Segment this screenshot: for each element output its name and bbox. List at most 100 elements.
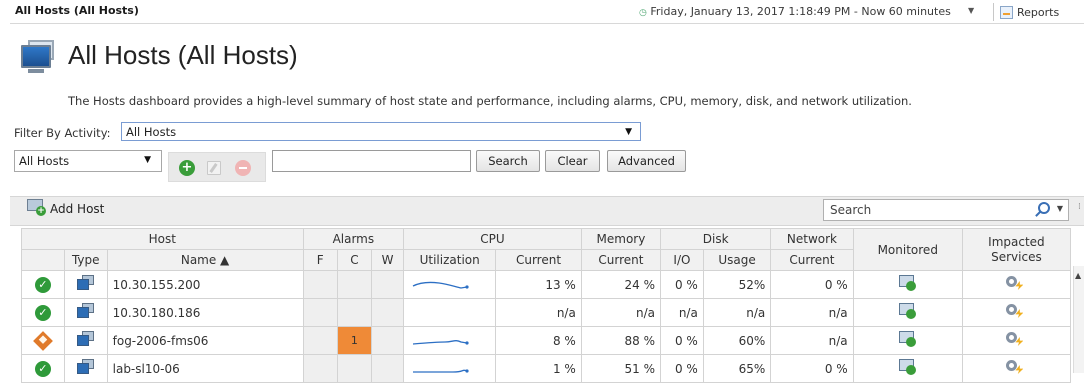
host-name[interactable]: fog-2006-fms06: [106, 326, 304, 355]
toolbar-divider: [993, 3, 994, 21]
impacted-services-cell[interactable]: [961, 270, 1072, 299]
alarm-fatal-cell[interactable]: [302, 298, 338, 327]
chevron-down-icon: ▼: [144, 155, 151, 165]
col-alarms-warning[interactable]: W: [371, 249, 405, 271]
alarm-warning-cell[interactable]: [371, 326, 405, 355]
cpu-utilization-cell[interactable]: [403, 354, 497, 383]
col-status[interactable]: [21, 249, 65, 271]
scroll-up-icon[interactable]: ▲: [1075, 271, 1081, 280]
status-ok-icon: ✓: [34, 304, 51, 321]
page-label: All Hosts (All Hosts): [15, 4, 139, 17]
report-icon: [1000, 5, 1013, 19]
disk-usage-cell: 65%: [702, 354, 772, 383]
cpu-utilization-cell[interactable]: [403, 270, 497, 299]
impacted-services-cell[interactable]: [961, 354, 1072, 383]
cpu-utilization-cell[interactable]: [403, 298, 497, 327]
chevron-down-icon[interactable]: ▼: [968, 6, 974, 15]
add-host-button[interactable]: Add Host: [50, 202, 104, 216]
col-type[interactable]: Type: [63, 249, 108, 271]
col-disk-usage[interactable]: Usage: [702, 249, 772, 271]
host-name[interactable]: 10.30.155.200: [106, 270, 304, 299]
table-scrollbar[interactable]: [1073, 266, 1084, 373]
alarm-critical-cell[interactable]: [336, 270, 373, 299]
clear-button[interactable]: Clear: [545, 150, 600, 172]
search-button[interactable]: Search: [476, 150, 540, 172]
type-cell: [63, 298, 108, 327]
status-ok-icon: ✓: [34, 276, 51, 293]
col-alarms-critical[interactable]: C: [336, 249, 373, 271]
network-current-cell: 0 %: [770, 270, 854, 299]
reports-menu[interactable]: Reports: [1000, 3, 1059, 21]
table-row[interactable]: fog-2006-fms06 1 8 % 88 % 0 % 60% n/a: [21, 326, 1072, 355]
scope-select[interactable]: All Hosts ▼: [14, 150, 162, 172]
cpu-sparkline: [413, 368, 469, 373]
col-memory-current[interactable]: Current: [580, 249, 662, 271]
alarm-critical-cell[interactable]: [336, 354, 373, 383]
network-current-cell: n/a: [770, 298, 854, 327]
impacted-services-icon[interactable]: [1006, 276, 1026, 290]
col-cpu-utilization[interactable]: Utilization: [403, 249, 497, 271]
disk-io-cell: 0 %: [660, 270, 704, 299]
monitored-cell[interactable]: [852, 354, 963, 383]
impacted-services-cell[interactable]: [961, 298, 1072, 327]
disk-io-cell: 0 %: [660, 326, 704, 355]
col-network-current[interactable]: Current: [770, 249, 854, 271]
alarm-fatal-cell[interactable]: [302, 354, 338, 383]
impacted-services-icon[interactable]: [1006, 304, 1026, 318]
cpu-utilization-cell[interactable]: [403, 326, 497, 355]
col-cpu-current[interactable]: Current: [495, 249, 582, 271]
status-cell: [21, 326, 65, 355]
col-monitored[interactable]: Monitored: [852, 228, 963, 271]
type-cell: [63, 270, 108, 299]
status-ok-icon: ✓: [34, 360, 51, 377]
col-disk-io[interactable]: I/O: [660, 249, 704, 271]
impacted-services-icon[interactable]: [1006, 360, 1026, 374]
network-current-cell: 0 %: [770, 354, 854, 383]
add-icon[interactable]: +: [179, 160, 195, 176]
table-row[interactable]: ✓ lab-sl10-06 1 % 51 % 0 % 65% 0 %: [21, 354, 1072, 383]
chevron-down-icon[interactable]: ▼: [1057, 204, 1063, 213]
clock-icon: ◷: [639, 8, 647, 18]
alarm-warning-cell[interactable]: [371, 354, 405, 383]
filter-activity-select[interactable]: All Hosts ▼: [121, 122, 641, 141]
alarm-critical-cell[interactable]: [336, 298, 373, 327]
col-impacted-services[interactable]: Impacted Services: [961, 228, 1072, 271]
monitored-icon[interactable]: [898, 275, 917, 291]
host-type-icon: [76, 275, 95, 291]
alarm-critical-cell[interactable]: 1: [336, 326, 373, 355]
host-name[interactable]: lab-sl10-06: [106, 354, 304, 383]
cpu-current-cell: 13 %: [495, 270, 582, 299]
alarm-warning-cell[interactable]: [371, 270, 405, 299]
grid-search-input[interactable]: Search ▼: [823, 199, 1069, 221]
alarm-warning-cell[interactable]: [371, 298, 405, 327]
table-row[interactable]: ✓ 10.30.180.186 n/a n/a n/a n/a n/a: [21, 298, 1072, 327]
monitored-icon[interactable]: [898, 331, 917, 347]
monitored-icon[interactable]: [898, 303, 917, 319]
cpu-sparkline: [413, 339, 469, 345]
col-alarms-fatal[interactable]: F: [302, 249, 338, 271]
delete-icon[interactable]: [235, 160, 251, 176]
col-name[interactable]: Name ▲: [106, 249, 304, 271]
disk-usage-cell: 52%: [702, 270, 772, 299]
alarm-fatal-cell[interactable]: [302, 326, 338, 355]
search-input[interactable]: [272, 150, 471, 172]
monitored-cell[interactable]: [852, 298, 963, 327]
host-type-icon: [76, 303, 95, 319]
table-row[interactable]: ✓ 10.30.155.200 13 % 24 % 0 % 52% 0 %: [21, 270, 1072, 299]
time-range-selector[interactable]: ◷ Friday, January 13, 2017 1:18:49 PM - …: [639, 5, 951, 18]
impacted-services-cell[interactable]: [961, 326, 1072, 355]
page-description: The Hosts dashboard provides a high-leve…: [68, 94, 912, 108]
monitored-cell[interactable]: [852, 270, 963, 299]
page-title: All Hosts (All Hosts): [68, 40, 298, 70]
cpu-current-cell: 8 %: [495, 326, 582, 355]
edit-icon[interactable]: [207, 161, 221, 175]
monitored-cell[interactable]: [852, 326, 963, 355]
grip-icon[interactable]: ⁞: [1078, 202, 1081, 212]
alarm-fatal-cell[interactable]: [302, 270, 338, 299]
host-name[interactable]: 10.30.180.186: [106, 298, 304, 327]
add-host-icon[interactable]: +: [27, 199, 47, 217]
impacted-services-icon[interactable]: [1006, 332, 1026, 346]
search-icon[interactable]: [1038, 202, 1050, 214]
grid-search-placeholder: Search: [830, 203, 872, 217]
advanced-button[interactable]: Advanced: [607, 150, 686, 172]
